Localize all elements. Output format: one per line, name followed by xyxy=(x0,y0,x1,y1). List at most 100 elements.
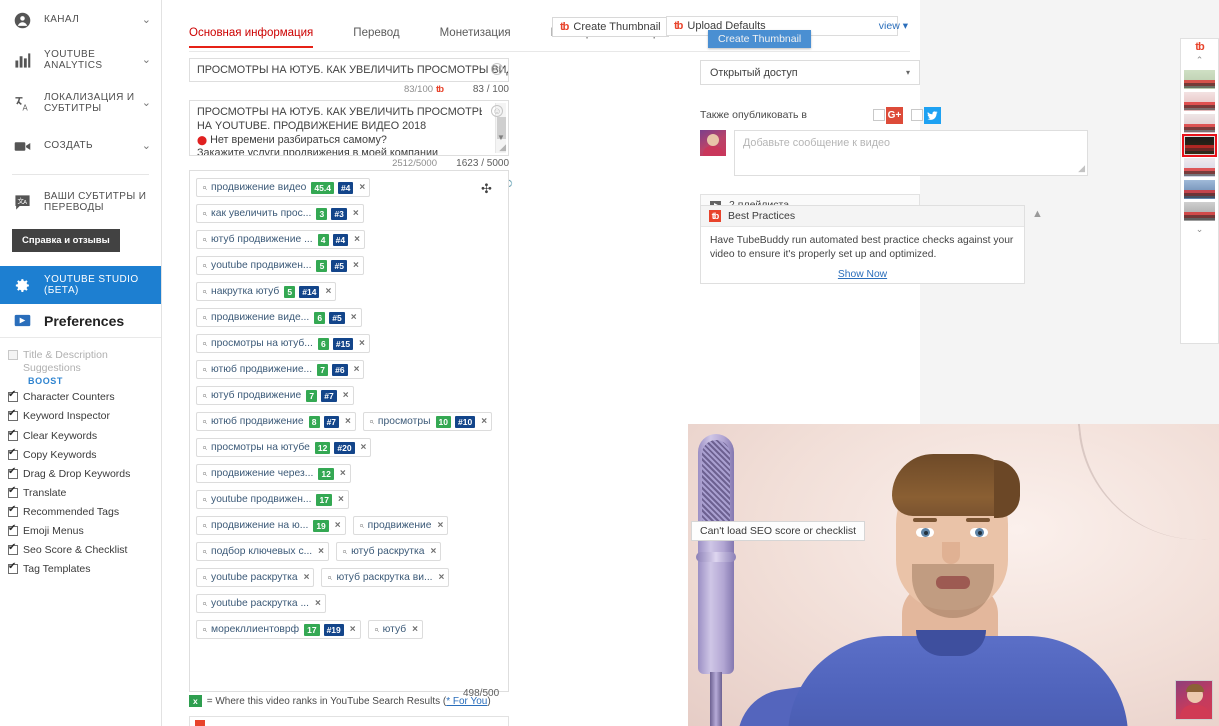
tag-chip[interactable]: ⌕ youtube раскрутка × xyxy=(196,568,315,587)
tag-chip[interactable]: ⌕ подбор ключевых с... × xyxy=(196,542,330,561)
checkbox-icon[interactable] xyxy=(8,408,18,422)
video-message-input[interactable]: Добавьте сообщение к видео ◢ xyxy=(734,130,1088,176)
pref-emoji-menus[interactable]: Emoji Menus xyxy=(6,522,161,541)
rail-thumbnail[interactable] xyxy=(1184,202,1215,221)
remove-tag-icon[interactable]: × xyxy=(353,208,359,219)
rail-thumbnail[interactable] xyxy=(1184,114,1215,133)
pref-recommended-tags[interactable]: Recommended Tags xyxy=(6,503,161,522)
collapse-icon[interactable]: ▲ xyxy=(1032,208,1043,220)
rail-thumbnail[interactable] xyxy=(1182,134,1217,157)
remove-tag-icon[interactable]: × xyxy=(340,468,346,479)
pref-tag-templates[interactable]: Tag Templates xyxy=(6,560,161,579)
tag-chip[interactable]: ⌕ ютуб раскрутка × xyxy=(336,542,442,561)
checkbox-icon[interactable] xyxy=(872,109,885,121)
tag-chip[interactable]: ⌕ ютуб раскрутка ви... × xyxy=(321,568,450,587)
tag-chip[interactable]: ⌕ продвижение через... 12 × xyxy=(196,464,351,483)
checkbox-icon[interactable] xyxy=(8,485,18,498)
sidebar-item-localization[interactable]: A ЛОКАЛИЗАЦИЯ И СУБТИТРЫ ⌄ xyxy=(0,80,161,126)
checkbox-icon[interactable] xyxy=(8,428,18,441)
checkbox-icon[interactable] xyxy=(8,447,18,460)
rail-thumbnail[interactable] xyxy=(1184,70,1215,89)
rail-thumbnail[interactable] xyxy=(1184,180,1215,199)
pref-clear-keywords[interactable]: Clear Keywords xyxy=(6,427,161,446)
chevron-down-icon[interactable]: ⌄ xyxy=(142,97,151,109)
tag-chip[interactable]: ⌕ ютуб продвижение 7 #7 × xyxy=(196,386,354,405)
picture-in-picture-avatar[interactable] xyxy=(1175,680,1213,720)
pref-title-description-suggestions[interactable]: Title & Description Suggestions xyxy=(6,346,161,378)
remove-tag-icon[interactable]: × xyxy=(335,520,341,531)
tubebuddy-thumbnail-rail[interactable]: tb ⌃ ⌄ xyxy=(1180,38,1219,344)
remove-tag-icon[interactable]: × xyxy=(439,572,445,583)
tag-chip[interactable]: ⌕ ютуб продвижение ... 4 #4 × xyxy=(196,230,365,249)
view-dropdown-link[interactable]: view ▾ xyxy=(879,20,908,32)
checkbox-icon[interactable] xyxy=(8,504,18,517)
resize-grip-icon[interactable]: ◢ xyxy=(1078,163,1085,174)
rail-thumbnail[interactable] xyxy=(1184,92,1215,111)
pref-copy-keywords[interactable]: Copy Keywords xyxy=(6,446,161,465)
remove-tag-icon[interactable]: × xyxy=(412,624,418,635)
remove-tag-icon[interactable]: × xyxy=(354,364,360,375)
resize-grip-icon[interactable]: ◢ xyxy=(499,142,506,154)
remove-tag-icon[interactable]: × xyxy=(350,624,356,635)
checkbox-icon[interactable] xyxy=(910,109,923,121)
remove-tag-icon[interactable]: × xyxy=(353,260,359,271)
create-thumbnail-button[interactable]: tb Create Thumbnail xyxy=(552,17,669,37)
tag-chip[interactable]: ⌕ морекллиентоврф 17 #19 × xyxy=(196,620,361,639)
pref-translate[interactable]: Translate xyxy=(6,484,161,503)
tag-chip[interactable]: ⌕ продвижение × xyxy=(352,516,449,535)
rail-scroll-down-icon[interactable]: ⌄ xyxy=(1181,224,1218,236)
chevron-down-icon[interactable]: ⌄ xyxy=(142,54,151,66)
tags-container[interactable]: ⌕ продвижение видео 45.4 #4 × ⌕ как увеличить … xyxy=(189,170,509,692)
remove-tag-icon[interactable]: × xyxy=(430,546,436,557)
tag-chip[interactable]: ⌕ продвижение виде... 6 #5 × xyxy=(196,308,362,327)
checkbox-icon[interactable] xyxy=(8,523,18,537)
help-and-feedback-button[interactable]: Справка и отзывы xyxy=(12,229,120,252)
checkbox-icon[interactable] xyxy=(8,542,18,556)
sidebar-item-channel[interactable]: КАНАЛ ⌄ xyxy=(0,0,161,40)
show-now-link[interactable]: Show Now xyxy=(710,268,1015,282)
visibility-select[interactable]: Открытый доступ ▾ xyxy=(700,60,920,85)
remove-tag-icon[interactable]: × xyxy=(361,442,367,453)
rail-scroll-up-icon[interactable]: ⌃ xyxy=(1181,55,1218,67)
sidebar-item-your-subtitles[interactable]: 文A ВАШИ СУБТИТРЫ И ПЕРЕВОДЫ xyxy=(0,181,161,223)
remove-tag-icon[interactable]: × xyxy=(351,312,357,323)
checkbox-icon[interactable] xyxy=(8,389,18,403)
tag-chip[interactable]: ⌕ youtube продвижен... 5 #5 × xyxy=(196,256,364,275)
twitter-icon[interactable] xyxy=(923,106,941,124)
video-title-input[interactable]: ПРОСМОТРЫ НА ЮТУБ. КАК УВЕЛИЧИТЬ ПРОСМОТ… xyxy=(189,58,509,82)
sidebar-item-create[interactable]: СОЗДАТЬ ⌄ xyxy=(0,126,161,166)
pref-drag-drop-keywords[interactable]: Drag & Drop Keywords xyxy=(6,465,161,484)
sidebar-item-analytics[interactable]: YOUTUBE ANALYTICS ⌄ xyxy=(0,40,161,80)
pref-character-counters[interactable]: Character Counters xyxy=(6,388,161,407)
remove-tag-icon[interactable]: × xyxy=(304,572,310,583)
remove-tag-icon[interactable]: × xyxy=(338,494,344,505)
remove-tag-icon[interactable]: × xyxy=(437,520,443,531)
remove-tag-icon[interactable]: × xyxy=(481,416,487,427)
pref-keyword-inspector[interactable]: Keyword Inspector xyxy=(6,407,161,426)
remove-tag-icon[interactable]: × xyxy=(343,390,349,401)
tag-chip[interactable]: ⌕ как увеличить прос... 3 #3 × xyxy=(196,204,364,223)
tab-translation[interactable]: Перевод xyxy=(353,27,399,47)
checkbox-icon[interactable] xyxy=(8,350,18,360)
remove-tag-icon[interactable]: × xyxy=(354,234,360,245)
video-description-input[interactable]: ПРОСМОТРЫ НА ЮТУБ. КАК УВЕЛИЧИТЬ ПРОСМОТ… xyxy=(189,100,509,156)
tag-chip[interactable]: ⌕ накрутка ютуб 5 #14 × xyxy=(196,282,337,301)
tag-chip[interactable]: ⌕ youtube продвижен... 17 × xyxy=(196,490,349,509)
remove-tag-icon[interactable]: × xyxy=(325,286,331,297)
sidebar-item-youtube-studio[interactable]: YOUTUBE STUDIO (БЕТА) xyxy=(0,266,161,304)
tag-chip[interactable]: ⌕ просмотры 10 #10 × xyxy=(362,412,493,431)
tag-chip[interactable]: ⌕ просмотры на ютубе 12 #20 × xyxy=(196,438,372,457)
tag-chip[interactable]: ⌕ youtube раскрутка ... × xyxy=(196,594,326,613)
emoji-icon[interactable]: ☺ xyxy=(491,105,503,117)
tab-monetization[interactable]: Монетизация xyxy=(440,27,511,47)
checkbox-icon[interactable] xyxy=(8,561,18,575)
google-plus-icon[interactable]: G+ xyxy=(885,106,903,124)
pref-seo-score-checklist[interactable]: Seo Score & Checklist xyxy=(6,541,161,560)
emoji-icon[interactable]: ☺ xyxy=(491,63,503,75)
chevron-down-icon[interactable]: ▼ xyxy=(497,133,505,143)
remove-tag-icon[interactable]: × xyxy=(359,182,365,193)
for-you-link[interactable]: * For You xyxy=(446,696,487,707)
tag-chip[interactable]: ⌕ продвижение на ю... 19 × xyxy=(196,516,346,535)
chevron-down-icon[interactable]: ⌄ xyxy=(142,14,151,26)
chevron-down-icon[interactable]: ⌄ xyxy=(142,140,151,152)
